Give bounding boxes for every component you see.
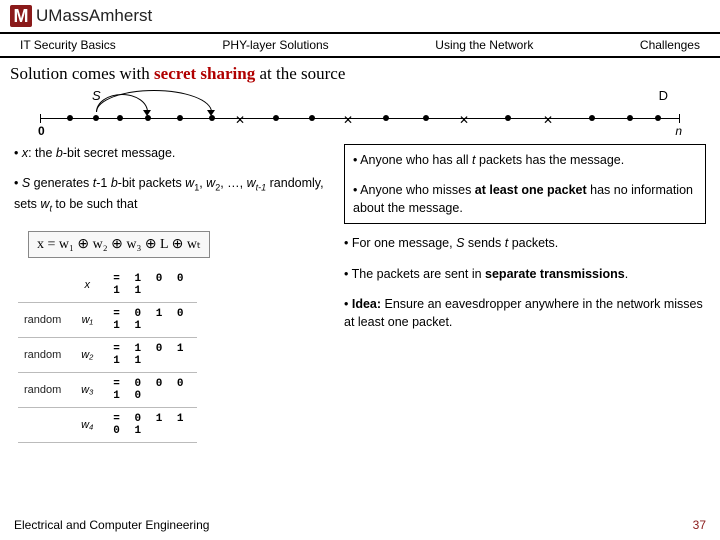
bullet-x-def: • x: the b-bit secret message.: [14, 144, 334, 162]
left-column: • x: the b-bit secret message. • S gener…: [14, 144, 334, 443]
bullet-separate: • The packets are sent in separate trans…: [344, 265, 706, 283]
node-d-label: D: [659, 88, 668, 103]
node-dot: [655, 115, 661, 121]
tab-phy-layer[interactable]: PHY-layer Solutions: [222, 38, 328, 52]
tab-it-security[interactable]: IT Security Basics: [20, 38, 116, 52]
bits-table: x= 1 0 0 1 1 randomw₁= 0 1 0 1 1 randomw…: [18, 268, 197, 443]
bullet-send-t: • For one message, S sends t packets.: [344, 234, 706, 252]
tick: [679, 114, 680, 123]
bullet-miss-one: • Anyone who misses at least one packet …: [353, 181, 697, 217]
tick: [40, 114, 41, 123]
tab-using-network[interactable]: Using the Network: [435, 38, 533, 52]
section-tabs: IT Security Basics PHY-layer Solutions U…: [0, 34, 720, 56]
footer-dept: Electrical and Computer Engineering: [14, 518, 209, 532]
node-dot: [423, 115, 429, 121]
node-dot: [273, 115, 279, 121]
node-dot: [505, 115, 511, 121]
slide-title: Solution comes with secret sharing at th…: [0, 58, 720, 86]
node-dot: [383, 115, 389, 121]
node-dot: [67, 115, 73, 121]
bullet-all-t: • Anyone who has all t packets has the m…: [353, 151, 697, 169]
node-dot: [117, 115, 123, 121]
node-dot: [627, 115, 633, 121]
page-number: 37: [693, 518, 706, 532]
table-row: randomw₂= 1 0 1 1 1: [18, 338, 197, 373]
table-row: x= 1 0 0 1 1: [18, 268, 197, 303]
node-dot: [177, 115, 183, 121]
table-row: randomw₃= 0 0 0 1 0: [18, 373, 197, 408]
hop-arc: [96, 90, 212, 112]
axis-line: [40, 118, 680, 119]
xor-equation: x = w₁ ⊕ w₂ ⊕ w₃ ⊕ L ⊕ wₜ: [28, 231, 210, 258]
node-dot: [309, 115, 315, 121]
key-properties-box: • Anyone who has all t packets has the m…: [344, 144, 706, 224]
cross-icon: ✕: [543, 113, 553, 127]
header-logo: M UMassAmherst: [0, 0, 720, 32]
logo-mark: M: [10, 5, 32, 27]
cross-icon: ✕: [459, 113, 469, 127]
table-row: w₄= 0 1 1 0 1: [18, 408, 197, 443]
footer: Electrical and Computer Engineering 37: [14, 518, 706, 532]
node-s-label: S: [92, 88, 101, 103]
bullet-s-gen: • S generates t-1 b-bit packets w1, w2, …: [14, 174, 334, 215]
right-column: • Anyone who has all t packets has the m…: [344, 144, 706, 443]
bullet-idea: • Idea: Ensure an eavesdropper anywhere …: [344, 295, 706, 331]
cross-icon: ✕: [235, 113, 245, 127]
content-columns: • x: the b-bit secret message. • S gener…: [0, 144, 720, 443]
node-dot: [589, 115, 595, 121]
node-dot: [209, 115, 215, 121]
table-row: randomw₁= 0 1 0 1 1: [18, 303, 197, 338]
node-dot: [93, 115, 99, 121]
node-dot: [145, 115, 151, 121]
axis-n: n: [675, 124, 682, 138]
cross-icon: ✕: [343, 113, 353, 127]
logo-text: UMassAmherst: [36, 6, 152, 26]
axis-zero: 0: [38, 124, 45, 138]
tab-challenges[interactable]: Challenges: [640, 38, 700, 52]
network-diagram: S D ✕ ✕ ✕ ✕ 0 n: [40, 88, 680, 138]
